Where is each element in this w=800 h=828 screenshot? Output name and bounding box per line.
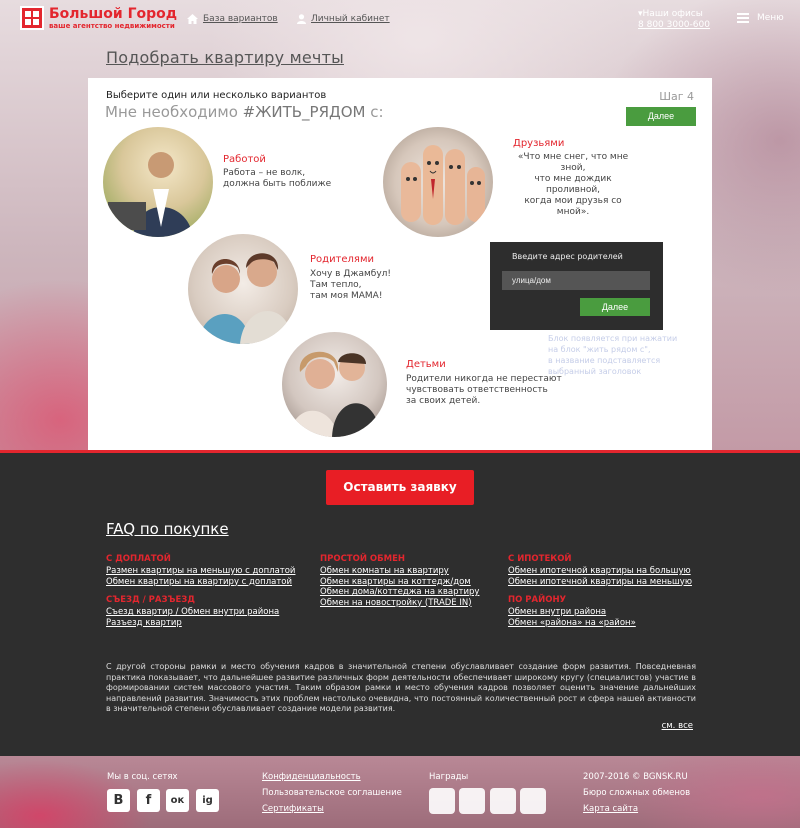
faq-link[interactable]: Обмен ипотечной квартиры на большую (508, 566, 692, 577)
faq-category: ПО РАЙОНУ (508, 595, 567, 605)
option-parents-text: Хочу в Джамбул! Там тепло, там моя МАМА! (310, 269, 392, 301)
nav-base-link[interactable]: База вариантов (187, 14, 278, 24)
user-agreement-link[interactable]: Пользовательское соглашение (262, 788, 402, 798)
awards-label: Награды (429, 772, 469, 782)
facebook-icon[interactable]: f (137, 789, 160, 812)
faq-column-1: С ДОПЛАТОЙ Размен квартиры на меньшую с … (106, 554, 295, 636)
bureau-link[interactable]: Бюро сложных обменов (583, 788, 690, 798)
menu-label: Меню (757, 13, 784, 23)
faq-category: С ДОПЛАТОЙ (106, 554, 171, 564)
award-badge[interactable] (429, 788, 455, 814)
step-indicator: Шаг 4 (659, 90, 694, 103)
hamburger-icon (737, 13, 749, 23)
work-illustration (108, 152, 193, 237)
sitemap-link[interactable]: Карта сайта (583, 804, 690, 814)
privacy-link[interactable]: Конфиденциальность (262, 772, 402, 782)
faq-category: С ИПОТЕКОЙ (508, 554, 572, 564)
menu-button[interactable]: Меню (737, 13, 784, 23)
offices-label: Наши офисы (642, 9, 703, 19)
fingers-illustration (401, 145, 485, 225)
option-parents-image[interactable] (188, 234, 298, 344)
certificates-link[interactable]: Сертификаты (262, 804, 402, 814)
faq-section: Оставить заявку FAQ по покупке С ДОПЛАТО… (0, 450, 800, 756)
next-button[interactable]: Далее (626, 107, 696, 126)
parents-address-popup: Введите адрес родителей Далее (490, 242, 663, 330)
submit-request-button[interactable]: Оставить заявку (326, 470, 474, 505)
nav-cabinet-link[interactable]: Личный кабинет (297, 14, 390, 24)
faq-link[interactable]: Съезд квартир / Обмен внутри района (106, 607, 295, 618)
social-label: Мы в соц. сетях (107, 772, 178, 782)
faq-link[interactable]: Разъезд квартир (106, 618, 295, 629)
option-children-image[interactable] (282, 332, 387, 437)
faq-link[interactable]: Обмен «района» на «район» (508, 618, 692, 629)
instagram-icon[interactable]: ig (196, 789, 219, 812)
faq-column-3: С ИПОТЕКОЙ Обмен ипотечной квартиры на б… (508, 554, 692, 636)
option-work-image[interactable] (103, 127, 213, 237)
popup-label: Введите адрес родителей (512, 252, 623, 261)
selection-card: Выберите один или несколько вариантов Мн… (88, 78, 712, 452)
logo-icon (20, 6, 44, 30)
option-children-text: Родители никогда не перестают чувствоват… (406, 374, 562, 406)
user-icon (297, 14, 306, 24)
logo-name: Большой Город (49, 5, 178, 22)
odnoklassniki-icon[interactable]: ок (166, 789, 189, 812)
home-icon (187, 14, 198, 24)
faq-link[interactable]: Обмен ипотечной квартиры на меньшую (508, 577, 692, 588)
popup-note: Блок появляется при нажатии на блок "жит… (548, 334, 678, 376)
option-work-title[interactable]: Работой (223, 154, 266, 165)
parents-illustration (198, 253, 292, 344)
award-badge[interactable] (459, 788, 485, 814)
faq-link[interactable]: Обмен квартиры на коттедж/дом (320, 577, 479, 588)
site-logo[interactable]: Большой Город ваше агентство недвижимост… (20, 6, 177, 30)
vk-icon[interactable]: В (107, 789, 130, 812)
footer-company: 2007-2016 © BGNSK.RU Бюро сложных обмено… (583, 772, 690, 814)
faq-description: С другой стороны рамки и место обучения … (106, 662, 696, 713)
option-work-text: Работа – не волк, должна быть поближе (223, 168, 332, 189)
see-all-link[interactable]: см. все (662, 721, 693, 731)
footer-links: Конфиденциальность Пользовательское согл… (262, 772, 402, 814)
logo-subtitle: ваше агентство недвижимости (49, 21, 175, 30)
award-badge[interactable] (490, 788, 516, 814)
copyright: 2007-2016 © BGNSK.RU (583, 772, 688, 782)
card-subtitle: Выберите один или несколько вариантов (106, 90, 327, 101)
faq-link[interactable]: Размен квартиры на меньшую с доплатой (106, 566, 295, 577)
option-friends-title[interactable]: Друзьями (513, 138, 564, 149)
card-heading: Мне необходимо #ЖИТЬ_РЯДОМ с: (105, 103, 384, 121)
option-children-title[interactable]: Детьми (406, 359, 446, 370)
faq-link[interactable]: Обмен квартиры на квартиру с доплатой (106, 577, 295, 588)
award-badge[interactable] (520, 788, 546, 814)
faq-category: ПРОСТОЙ ОБМЕН (320, 554, 405, 564)
page-title[interactable]: Подобрать квартиру мечты (106, 48, 344, 67)
faq-category: СЪЕЗД / РАЗЪЕЗД (106, 595, 195, 605)
address-input[interactable] (502, 271, 650, 290)
option-friends-image[interactable] (383, 127, 493, 237)
faq-link[interactable]: Обмен комнаты на квартиру (320, 566, 479, 577)
nav-cabinet-label: Личный кабинет (311, 14, 390, 24)
mother-child-illustration (290, 351, 380, 437)
nav-base-label: База вариантов (203, 14, 278, 24)
faq-link[interactable]: Обмен дома/коттеджа на квартиру (320, 587, 479, 598)
popup-next-button[interactable]: Далее (580, 298, 650, 316)
faq-link[interactable]: Обмен на новостройку (TRADE IN) (320, 598, 479, 609)
phone-number[interactable]: 8 800 3000-600 (638, 20, 710, 31)
faq-column-2: ПРОСТОЙ ОБМЕН Обмен комнаты на квартиру … (320, 554, 479, 616)
option-friends-text: «Что мне снег, что мне зной, что мне дож… (517, 152, 629, 217)
faq-title[interactable]: FAQ по покупке (106, 520, 229, 538)
faq-link[interactable]: Обмен внутри района (508, 607, 692, 618)
heading-tag: #ЖИТЬ_РЯДОМ (242, 103, 366, 121)
option-parents-title[interactable]: Родителями (310, 254, 374, 265)
offices-link[interactable]: ▾Наши офисы 8 800 3000-600 (638, 9, 710, 31)
